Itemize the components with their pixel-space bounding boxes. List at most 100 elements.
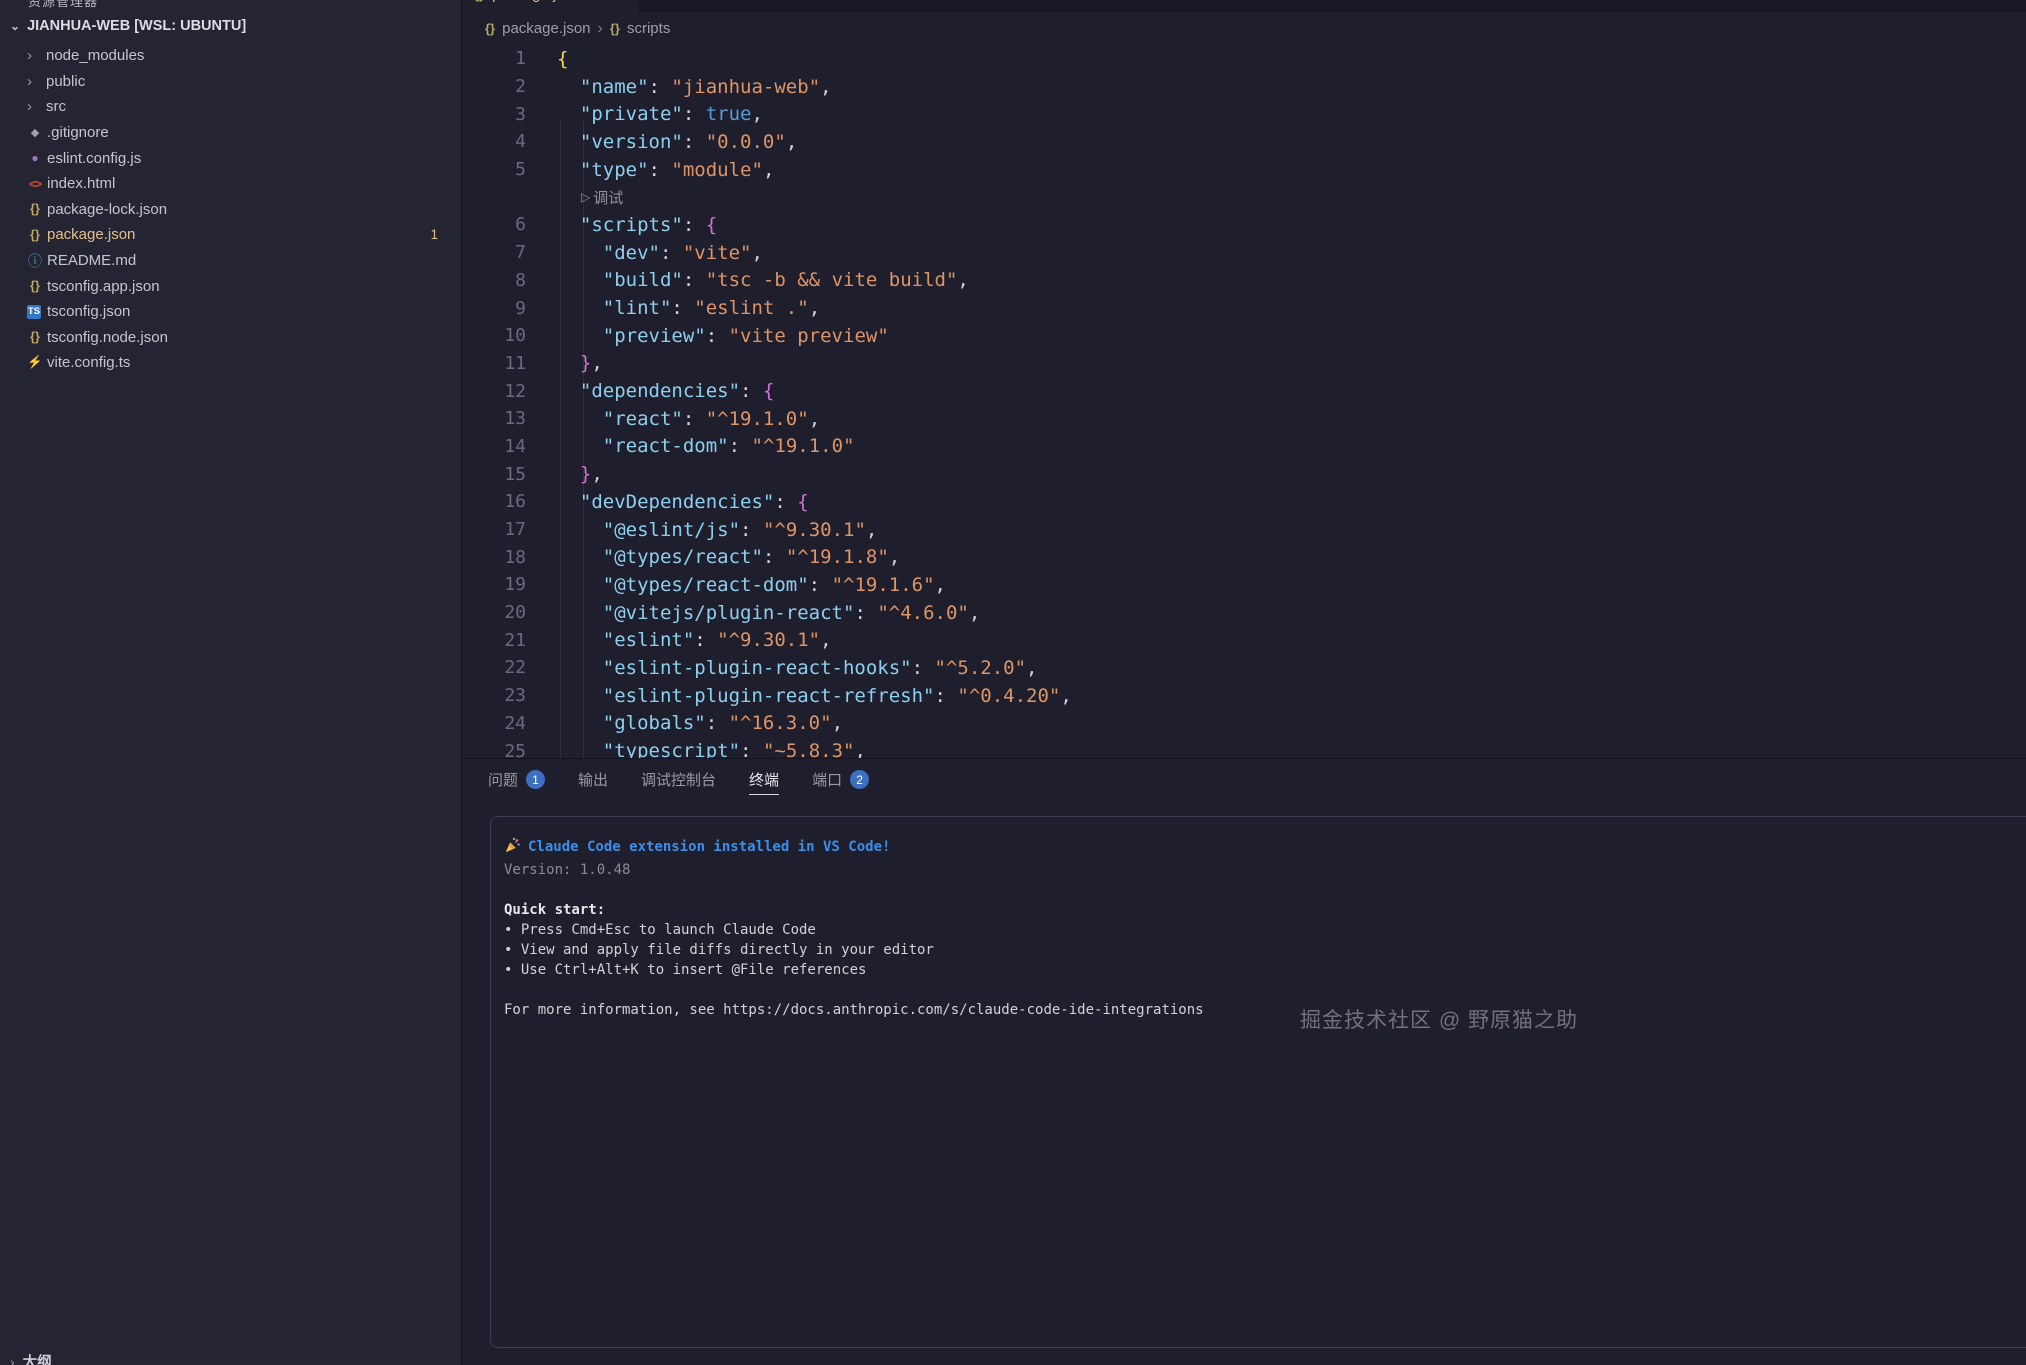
code-line-4: 4 "version": "0.0.0", <box>462 128 2026 156</box>
code-line-24: 24 "globals": "^16.3.0", <box>462 710 2026 738</box>
panel-tab-调试控制台[interactable]: 调试控制台 <box>641 759 716 800</box>
terminal-text: • Use Ctrl+Alt+K to insert @File referen… <box>504 962 866 978</box>
code-text[interactable]: "preview": "vite preview" <box>526 325 889 347</box>
code-text[interactable]: "@vitejs/plugin-react": "^4.6.0", <box>526 602 980 624</box>
code-text[interactable]: "version": "0.0.0", <box>526 131 797 153</box>
code-line-14: 14 "react-dom": "^19.1.0" <box>462 433 2026 461</box>
tree-item-public[interactable]: ›public <box>0 69 461 95</box>
chevron-right-icon: › <box>27 98 42 115</box>
terminal-text: Version: 1.0.48 <box>504 862 630 878</box>
line-number: 11 <box>462 353 526 374</box>
line-number: 2 <box>462 76 526 97</box>
codelens-debug[interactable]: ▷调试 <box>462 183 2026 211</box>
terminal[interactable]: Claude Code extension installed in VS Co… <box>490 816 2026 1348</box>
file-name: tsconfig.json <box>47 303 130 320</box>
code-line-11: 11 }, <box>462 350 2026 378</box>
code-text[interactable]: }, <box>526 352 603 374</box>
code-editor[interactable]: 1{ 2 "name": "jianhua-web",3 "private": t… <box>462 45 2026 758</box>
line-number: 23 <box>462 685 526 706</box>
panel-tab-端口[interactable]: 端口2 <box>812 759 869 800</box>
badge: 2 <box>850 770 869 789</box>
breadcrumb-file[interactable]: package.json <box>502 20 590 37</box>
terminal-text: Claude Code extension installed in VS Co… <box>528 839 890 855</box>
terminal-text: Quick start: <box>504 902 605 918</box>
code-text[interactable]: "name": "jianhua-web", <box>526 76 832 98</box>
line-number: 21 <box>462 630 526 651</box>
line-number: 16 <box>462 491 526 512</box>
tree-item-tsconfig.app.json[interactable]: {}tsconfig.app.json <box>0 273 461 299</box>
code-line-25: 25 "typescript": "~5.8.3", <box>462 737 2026 758</box>
code-text[interactable]: "dependencies": { <box>526 380 774 402</box>
breadcrumb-section[interactable]: scripts <box>627 20 670 37</box>
line-number: 7 <box>462 242 526 263</box>
code-line-1: 1{ <box>462 45 2026 73</box>
bottom-panel: 问题1 输出 调试控制台终端端口2 Claude Code extension in… <box>462 758 2026 1365</box>
file-name: index.html <box>47 175 115 192</box>
terminal-line <box>504 980 2026 1000</box>
code-text[interactable]: "eslint-plugin-react-hooks": "^5.2.0", <box>526 657 1037 679</box>
code-text[interactable]: "dev": "vite", <box>526 242 763 264</box>
code-text[interactable]: "scripts": { <box>526 214 717 236</box>
line-number: 24 <box>462 713 526 734</box>
code-text[interactable]: "type": "module", <box>526 159 774 181</box>
workspace-root[interactable]: ⌄ JIANHUA-WEB [WSL: UBUNTU] <box>10 18 246 34</box>
code-line-18: 18 "@types/react": "^19.1.8", <box>462 543 2026 571</box>
code-text[interactable]: "react": "^19.1.0", <box>526 408 820 430</box>
tree-item-index.html[interactable]: <> index.html <box>0 171 461 197</box>
code-text[interactable]: "eslint": "^9.30.1", <box>526 629 832 651</box>
panel-tab-问题[interactable]: 问题1 <box>488 759 545 800</box>
file-name: public <box>46 73 85 90</box>
vite-icon: ⚡ <box>27 355 43 370</box>
file-name: package.json <box>47 226 135 243</box>
party-popper-icon <box>504 837 521 860</box>
tree-item-.gitignore[interactable]: ◆.gitignore <box>0 120 461 146</box>
code-text[interactable]: { <box>526 48 568 70</box>
chevron-right-icon: › <box>27 47 42 64</box>
code-line-19: 19 "@types/react-dom": "^19.1.6", <box>462 571 2026 599</box>
panel-tab-label: 输出 <box>578 769 608 790</box>
code-text[interactable]: "globals": "^16.3.0", <box>526 712 843 734</box>
code-text[interactable]: "devDependencies": { <box>526 491 809 513</box>
code-text[interactable]: "lint": "eslint .", <box>526 297 820 319</box>
panel-tab-终端[interactable]: 终端 <box>749 759 779 800</box>
terminal-text: • Press Cmd+Esc to launch Claude Code <box>504 922 816 938</box>
tree-item-tsconfig.node.json[interactable]: {}tsconfig.node.json <box>0 325 461 351</box>
terminal-text: For more information, see https://docs.a… <box>504 1002 1204 1018</box>
code-text[interactable]: "build": "tsc -b && vite build", <box>526 269 969 291</box>
html-icon: <> <box>27 177 43 191</box>
tree-item-vite.config.ts[interactable]: ⚡vite.config.ts <box>0 350 461 376</box>
chevron-down-icon: ⌄ <box>10 19 20 33</box>
tree-item-eslint.config.js[interactable]: ●eslint.config.js <box>0 145 461 171</box>
line-number: 25 <box>462 741 526 758</box>
tree-item-package.json[interactable]: {}package.json1 <box>0 222 461 248</box>
code-line-12: 12 "dependencies": { <box>462 377 2026 405</box>
file-name: src <box>46 98 66 115</box>
tree-item-package-lock.json[interactable]: {}package-lock.json <box>0 197 461 223</box>
code-text[interactable]: "@eslint/js": "^9.30.1", <box>526 519 877 541</box>
code-text[interactable]: "typescript": "~5.8.3", <box>526 740 866 758</box>
tree-item-README.md[interactable]: ⓘREADME.md <box>0 248 461 274</box>
code-line-8: 8 "build": "tsc -b && vite build", <box>462 267 2026 295</box>
panel-tabs: 问题1 输出 调试控制台终端端口2 <box>462 759 2026 800</box>
panel-tab-输出[interactable]: 输出 <box>578 759 608 800</box>
code-text[interactable]: "@types/react-dom": "^19.1.6", <box>526 574 946 596</box>
code-text[interactable]: }, <box>526 463 603 485</box>
code-text[interactable]: "react-dom": "^19.1.0" <box>526 435 854 457</box>
tree-item-tsconfig.json[interactable]: TStsconfig.json <box>0 299 461 325</box>
code-lines: 1{ 2 "name": "jianhua-web",3 "private": t… <box>462 45 2026 758</box>
tab-package-json[interactable]: {} package.json × <box>462 0 640 12</box>
code-line-3: 3 "private": true, <box>462 100 2026 128</box>
line-number: 14 <box>462 436 526 457</box>
breadcrumb: {} package.json › {} scripts <box>462 12 2026 45</box>
editor-group: {} package.json × {} package.json › {} s… <box>462 0 2026 758</box>
code-line-23: 23 "eslint-plugin-react-refresh": "^0.4.… <box>462 682 2026 710</box>
outline-section-header[interactable]: › 大纲 <box>10 1351 52 1365</box>
code-text[interactable]: "private": true, <box>526 103 763 125</box>
code-text[interactable]: "eslint-plugin-react-refresh": "^0.4.20"… <box>526 685 1072 707</box>
tree-item-src[interactable]: ›src <box>0 94 461 120</box>
close-icon[interactable]: × <box>618 0 627 3</box>
terminal-line <box>504 880 2026 900</box>
tree-item-node_modules[interactable]: ›node_modules <box>0 43 461 69</box>
terminal-line: • Use Ctrl+Alt+K to insert @File referen… <box>504 960 2026 980</box>
code-line-21: 21 "eslint": "^9.30.1", <box>462 626 2026 654</box>
